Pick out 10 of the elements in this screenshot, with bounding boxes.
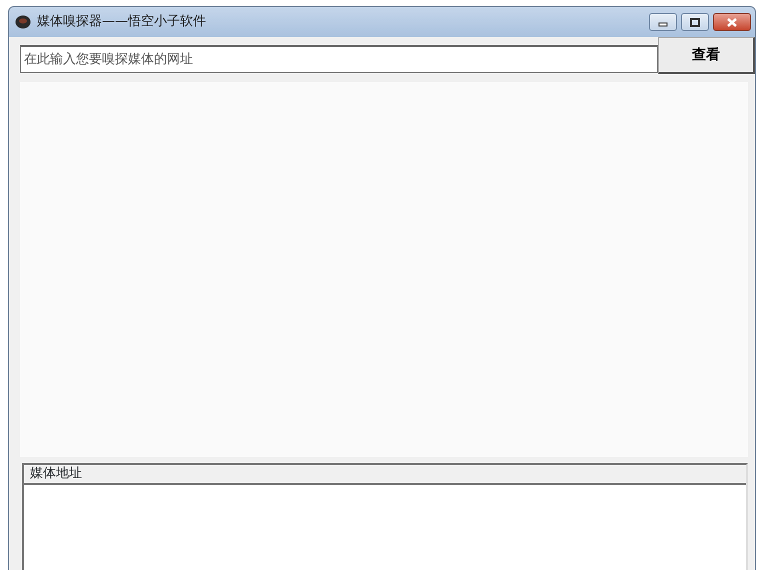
window-title: 媒体嗅探器——悟空小子软件 (37, 13, 207, 32)
url-input-field[interactable]: 在此输入您要嗅探媒体的网址 (20, 45, 658, 73)
app-icon (15, 15, 31, 29)
column-header[interactable]: 媒体地址 (30, 465, 82, 483)
maximize-icon (688, 16, 702, 28)
view-button[interactable]: 查看 (658, 37, 755, 74)
close-icon (725, 16, 739, 28)
minimize-button[interactable] (649, 13, 677, 31)
close-button[interactable] (713, 13, 751, 31)
maximize-button[interactable] (681, 13, 709, 31)
